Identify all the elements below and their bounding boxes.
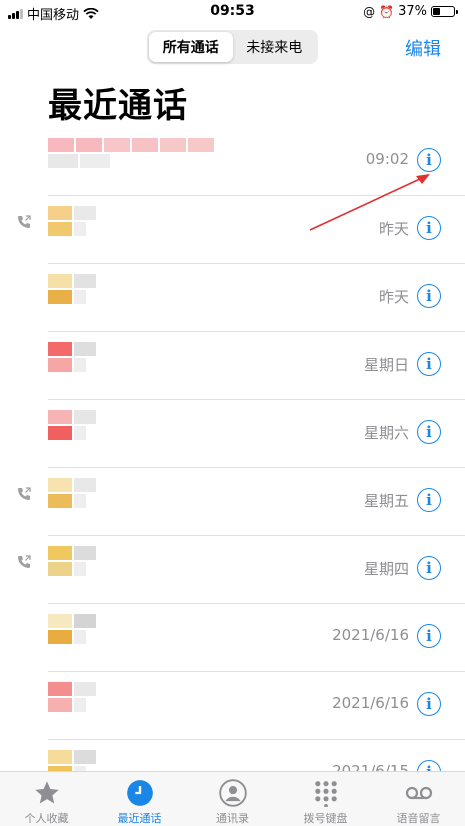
- call-time: 昨天: [378, 288, 409, 306]
- alarm-icon: ⏰: [379, 4, 395, 19]
- call-filter-segmented-control: 所有通话 未接来电: [147, 30, 318, 64]
- recent-calls-list: 09:02 i 昨天 i 昨天 i 星期日 i 星期六 i 星期五 i 星期四 i 2021/6/16 i 20…: [0, 128, 465, 808]
- call-time: 2021/6/16: [332, 626, 409, 644]
- call-row[interactable]: 昨天 i: [0, 196, 465, 264]
- tab-favorites[interactable]: 个人收藏: [0, 772, 93, 826]
- info-icon[interactable]: i: [417, 284, 441, 308]
- segment-missed-calls[interactable]: 未接来电: [233, 32, 317, 62]
- call-time: 昨天: [378, 220, 409, 238]
- call-time: 星期四: [363, 560, 409, 578]
- tab-recents[interactable]: 最近通话: [93, 772, 186, 826]
- info-icon[interactable]: i: [417, 692, 441, 716]
- redacted-contact-name: [48, 410, 96, 440]
- call-row[interactable]: 2021/6/16 i: [0, 604, 465, 672]
- call-row[interactable]: 昨天 i: [0, 264, 465, 332]
- page-title: 最近通话: [48, 86, 188, 126]
- tab-voicemail[interactable]: 语音留言: [372, 772, 465, 826]
- info-icon[interactable]: i: [417, 624, 441, 648]
- tab-bar: 个人收藏 最近通话 通讯录 拨号键盘 语音留言: [0, 771, 465, 826]
- info-icon[interactable]: i: [417, 148, 441, 172]
- redacted-contact-name: [48, 614, 96, 644]
- contact-icon: [218, 778, 248, 808]
- voicemail-icon: [404, 778, 434, 808]
- battery-percent: 37%: [398, 4, 427, 19]
- redacted-contact-name: [48, 546, 96, 576]
- tab-label: 拨号键盘: [303, 812, 348, 825]
- call-row[interactable]: 星期六 i: [0, 400, 465, 468]
- tab-contacts[interactable]: 通讯录: [186, 772, 279, 826]
- call-row[interactable]: 星期五 i: [0, 468, 465, 536]
- call-time: 星期日: [363, 356, 409, 374]
- segment-all-calls[interactable]: 所有通话: [149, 32, 233, 62]
- call-time: 2021/6/16: [332, 694, 409, 712]
- call-row[interactable]: 2021/6/16 i: [0, 672, 465, 740]
- outgoing-call-icon: [16, 486, 32, 502]
- edit-button[interactable]: 编辑: [405, 35, 441, 61]
- redacted-contact-name: [48, 138, 214, 168]
- outgoing-call-icon: [16, 554, 32, 570]
- redacted-contact-name: [48, 274, 96, 304]
- call-row[interactable]: 星期四 i: [0, 536, 465, 604]
- call-row[interactable]: 星期日 i: [0, 332, 465, 400]
- call-time: 星期六: [363, 424, 409, 442]
- tab-keypad[interactable]: 拨号键盘: [279, 772, 372, 826]
- redacted-contact-name: [48, 342, 96, 372]
- redacted-contact-name: [48, 682, 96, 712]
- redacted-contact-name: [48, 478, 96, 508]
- tab-label: 个人收藏: [24, 812, 69, 825]
- location-icon: @: [363, 4, 376, 19]
- call-time: 星期五: [363, 492, 409, 510]
- battery-fill: [433, 8, 441, 15]
- info-icon[interactable]: i: [417, 420, 441, 444]
- redacted-contact-name: [48, 206, 96, 236]
- clock-icon: [125, 778, 155, 808]
- info-icon[interactable]: i: [417, 556, 441, 580]
- call-row[interactable]: 09:02 i: [0, 128, 465, 196]
- info-icon[interactable]: i: [417, 488, 441, 512]
- info-icon[interactable]: i: [417, 352, 441, 376]
- call-time: 09:02: [365, 150, 409, 168]
- battery-icon: [431, 6, 458, 17]
- keypad-icon: [311, 778, 341, 808]
- status-right: @ ⏰ 37%: [363, 4, 458, 19]
- status-bar: 中国移动 09:53 @ ⏰ 37%: [0, 0, 465, 26]
- outgoing-call-icon: [16, 214, 32, 230]
- star-icon: [32, 778, 62, 808]
- tab-label: 通讯录: [216, 812, 249, 825]
- tab-label: 最近通话: [117, 812, 162, 825]
- tab-label: 语音留言: [396, 812, 441, 825]
- info-icon[interactable]: i: [417, 216, 441, 240]
